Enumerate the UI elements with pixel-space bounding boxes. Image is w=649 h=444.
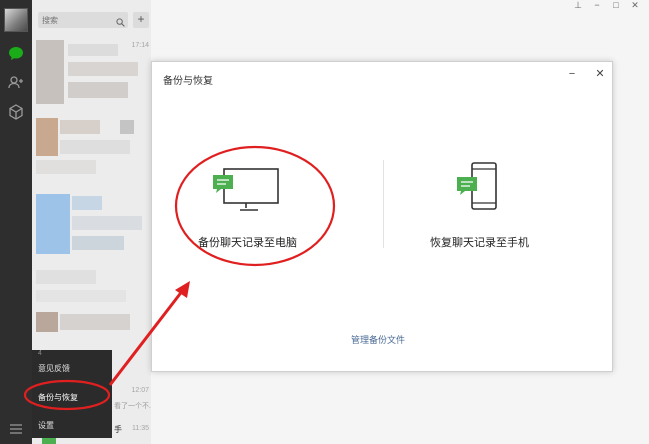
computer-icon: [213, 168, 279, 211]
chat-row-blurred: [60, 314, 130, 330]
chat-avatar-blurred: [36, 312, 58, 332]
chat-name: 手: [114, 425, 122, 434]
wechat-window: + 17:14 12:07 看了一个不... 11:35 手 4 意见反馈 备份…: [0, 0, 649, 444]
menu-item-feedback[interactable]: 意见反馈: [38, 363, 70, 374]
restore-to-phone-label: 恢复聊天记录至手机: [430, 237, 529, 249]
icon-rail: [0, 0, 32, 444]
search-box[interactable]: [38, 12, 128, 28]
search-input[interactable]: [42, 13, 116, 27]
contacts-icon[interactable]: [6, 72, 26, 92]
chat-row-blurred: [72, 236, 124, 250]
chat-avatar-blurred: [36, 194, 70, 254]
settings-menu: 4 意见反馈 备份与恢复 设置: [32, 350, 112, 438]
pin-button[interactable]: ⊥: [571, 0, 585, 11]
window-minimize-button[interactable]: −: [590, 0, 604, 10]
menu-item-settings[interactable]: 设置: [38, 420, 54, 431]
chat-row-blurred: [72, 196, 102, 210]
dialog-minimize-button[interactable]: −: [565, 67, 579, 81]
chat-row-blurred: [36, 160, 96, 174]
option-divider: [383, 160, 384, 248]
search-icon: [116, 14, 125, 32]
chat-row-blurred: [60, 120, 100, 134]
add-chat-button[interactable]: +: [133, 12, 149, 28]
chat-preview: 看了一个不...: [114, 403, 151, 410]
chat-time: 12:07: [131, 387, 149, 394]
chat-row-blurred: [60, 140, 130, 154]
chat-row-blurred: [72, 216, 142, 230]
window-close-button[interactable]: ✕: [628, 0, 642, 11]
chat-avatar-blurred: [36, 118, 58, 156]
backup-to-pc-option[interactable]: 备份聊天记录至电脑: [192, 157, 352, 257]
dialog-title: 备份与恢复: [163, 76, 213, 87]
search-bar: +: [38, 12, 150, 28]
dialog-close-button[interactable]: ✕: [593, 67, 607, 81]
menu-item-backup-restore[interactable]: 备份与恢复: [38, 392, 78, 403]
chat-time: 11:35: [132, 425, 149, 432]
restore-to-phone-option[interactable]: 恢复聊天记录至手机: [422, 157, 582, 257]
chat-bubble-icon[interactable]: [6, 43, 26, 63]
chat-row-blurred: [36, 290, 126, 302]
window-maximize-button[interactable]: □: [609, 0, 623, 10]
user-avatar[interactable]: [4, 8, 28, 32]
manage-backup-files-link[interactable]: 管理备份文件: [351, 333, 405, 346]
chat-row-blurred: [68, 44, 118, 56]
cube-icon[interactable]: [6, 102, 26, 122]
chat-row-blurred: [120, 120, 134, 134]
hamburger-icon[interactable]: [6, 419, 26, 439]
chat-row-blurred: [68, 62, 138, 76]
phone-icon: [457, 162, 497, 210]
menu-fragment: 4: [38, 350, 42, 357]
backup-restore-dialog: 备份与恢复 − ✕ 备份聊天记录至电脑 恢复聊天记录至手机 管理备份文件: [151, 61, 613, 372]
chat-row-blurred: [68, 82, 128, 98]
chat-row-blurred: [36, 270, 96, 284]
chat-time: 17:14: [131, 42, 149, 49]
chat-avatar-blurred: [36, 40, 64, 104]
backup-to-pc-label: 备份聊天记录至电脑: [198, 237, 297, 249]
